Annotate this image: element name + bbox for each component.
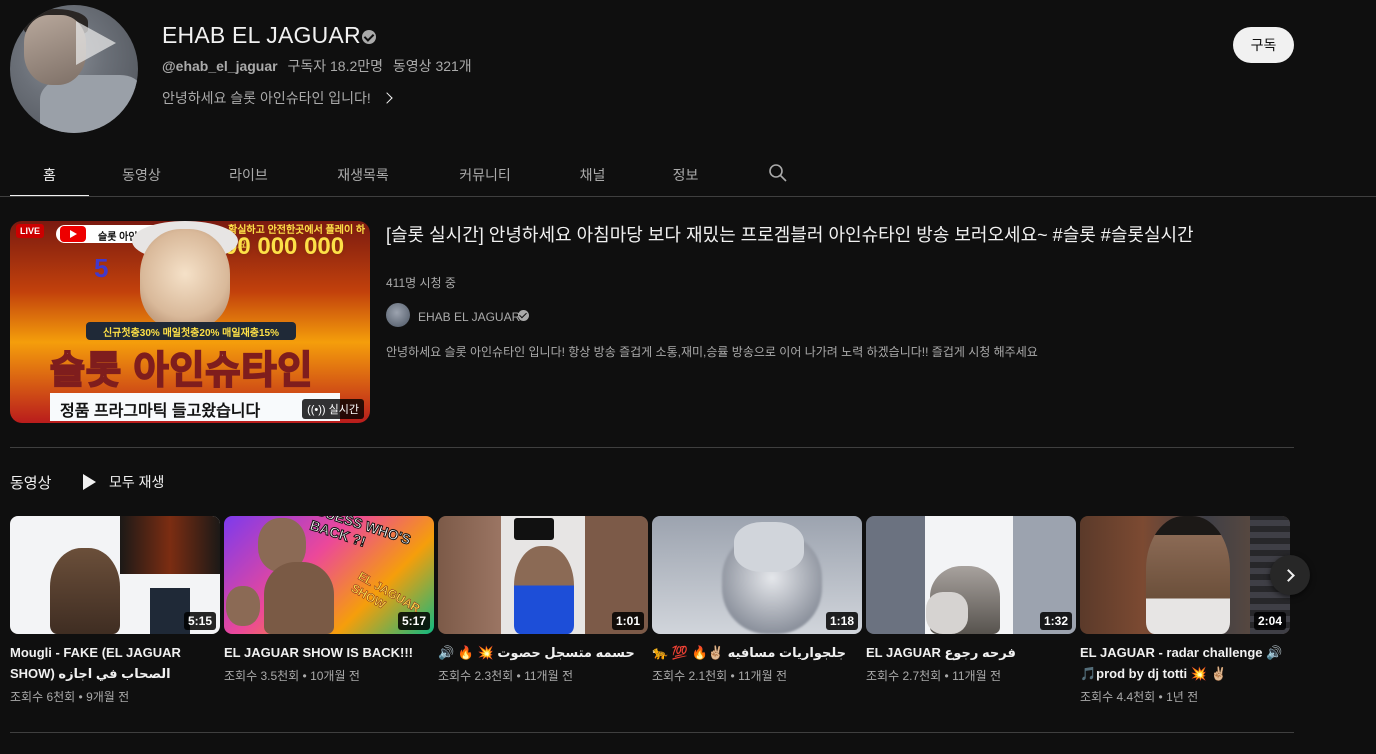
thumb-mask-face xyxy=(140,229,230,329)
video-title[interactable]: Mougli - FAKE (EL JAGUAR SHOW) الصحاب في… xyxy=(10,642,220,684)
featured-channel-name[interactable]: EHAB EL JAGUAR xyxy=(418,310,520,324)
video-meta: 조회수 2.7천회 • 11개월 전 xyxy=(866,669,1001,683)
thumb-phone xyxy=(514,518,554,540)
video-card[interactable]: 2:04 EL JAGUAR - radar challenge 🔊 🎵prod… xyxy=(1080,516,1290,705)
chevron-right-icon xyxy=(381,92,393,104)
tabs-divider xyxy=(0,196,1376,197)
video-card[interactable]: 1:01 حسمه متسجل حصوت 💥 🔥 🔊 조회수 2.3천회 • 1… xyxy=(438,516,648,684)
subscriber-count: 구독자 18.2만명 xyxy=(287,58,384,74)
tab-about[interactable]: 정보 xyxy=(638,152,733,197)
featured-title[interactable]: [슬롯 실시간] 안녕하세요 아침마당 보다 재밌는 프로겜블러 아인슈타인 방… xyxy=(386,222,1242,248)
section-divider xyxy=(10,732,1294,733)
thumb-guess-text: GUESS WHO'S BACK ?! xyxy=(308,516,414,550)
video-duration: 1:18 xyxy=(825,612,858,630)
video-card[interactable]: 1:18 جلجواريات مسافيه ✌🏼🔥 💯 🐆 조회수 2.1천회 … xyxy=(652,516,862,684)
play-all-button[interactable]: 모두 재생 xyxy=(80,472,164,492)
video-count: 동영상 321개 xyxy=(392,58,472,74)
tab-playlists[interactable]: 재생목록 xyxy=(303,152,423,197)
video-meta: 조회수 2.3천회 • 11개월 전 xyxy=(438,669,573,683)
section-title[interactable]: 동영상 xyxy=(10,472,51,493)
thumb-person xyxy=(226,586,260,626)
avatar-play-icon xyxy=(76,21,116,65)
featured-viewers: 411명 시청 중 xyxy=(386,276,456,290)
thumb-poster xyxy=(120,516,220,574)
thumb-promo-banner: 신규첫충30% 매일첫충20% 매일재충15% xyxy=(86,322,296,340)
video-duration: 5:15 xyxy=(183,612,216,630)
channel-title: EHAB EL JAGUAR xyxy=(162,22,361,48)
play-icon xyxy=(83,474,96,490)
thumb-sub-strip: 정품 프라그마틱 들고왔습니다 xyxy=(50,393,340,421)
channel-description[interactable]: 안녕하세요 슬롯 아인슈타인 입니다! xyxy=(162,88,393,108)
tab-channels[interactable]: 채널 xyxy=(547,152,638,197)
video-thumbnail[interactable]: 1:18 xyxy=(652,516,862,634)
video-thumbnail[interactable]: GUESS WHO'S BACK ?! EL JAGUAR SHOW 5:17 xyxy=(224,516,434,634)
thumb-person xyxy=(1146,516,1230,634)
thumb-person xyxy=(514,546,574,634)
tab-videos[interactable]: 동영상 xyxy=(89,152,194,197)
subscribe-button[interactable]: 구독 xyxy=(1233,27,1294,63)
featured-thumbnail[interactable]: LIVE 슬롯 아인슈타인 확실하고 안전한곳에서 플레이 하세요 00 000… xyxy=(10,221,370,423)
thumb-big-number: 00 000 000 xyxy=(224,233,345,260)
thumb-person xyxy=(50,548,120,634)
thumb-hand xyxy=(734,522,804,572)
thumb-number-5: 5 xyxy=(94,253,109,283)
video-title[interactable]: حسمه متسجل حصوت 💥 🔥 🔊 xyxy=(438,642,648,663)
video-meta: 조회수 3.5천회 • 10개월 전 xyxy=(224,669,360,683)
chevron-right-icon xyxy=(1281,568,1295,582)
video-meta: 조회수 4.4천회 • 1년 전 xyxy=(1080,690,1199,704)
channel-handle: @ehab_el_jaguar xyxy=(162,58,278,74)
video-thumbnail[interactable]: 2:04 xyxy=(1080,516,1290,634)
search-icon[interactable] xyxy=(768,163,788,183)
video-card[interactable]: 5:15 Mougli - FAKE (EL JAGUAR SHOW) الصح… xyxy=(10,516,220,705)
featured-description: 안녕하세요 슬롯 아인슈타인 입니다! 항상 방송 즐겁게 소통,재미,승률 방… xyxy=(386,345,1038,359)
thumb-hand xyxy=(926,592,968,634)
video-duration: 1:32 xyxy=(1039,612,1072,630)
video-card[interactable]: 1:32 فرحه رجوع EL JAGUAR 조회수 2.7천회 • 11개… xyxy=(866,516,1076,684)
video-meta: 조회수 2.1천회 • 11개월 전 xyxy=(652,669,787,683)
verified-check-icon xyxy=(362,30,376,44)
verified-check-icon xyxy=(518,310,529,321)
channel-description-text: 안녕하세요 슬롯 아인슈타인 입니다! xyxy=(162,90,371,106)
channel-avatar[interactable] xyxy=(10,5,138,133)
video-title[interactable]: جلجواريات مسافيه ✌🏼🔥 💯 🐆 xyxy=(652,642,862,663)
video-duration: 1:01 xyxy=(611,612,644,630)
channel-tabs: 홈 동영상 라이브 재생목록 커뮤니티 채널 정보 xyxy=(10,152,733,197)
video-title[interactable]: فرحه رجوع EL JAGUAR xyxy=(866,642,1076,663)
video-thumbnail[interactable]: 1:01 xyxy=(438,516,648,634)
video-thumbnail[interactable]: 5:15 xyxy=(10,516,220,634)
play-all-label: 모두 재생 xyxy=(109,474,165,490)
live-badge: ((•)) 실시간 xyxy=(302,399,364,419)
section-divider xyxy=(10,447,1294,448)
video-thumbnail[interactable]: 1:32 xyxy=(866,516,1076,634)
video-title[interactable]: EL JAGUAR SHOW IS BACK!!! xyxy=(224,642,434,663)
thumb-person xyxy=(264,562,334,634)
tab-home[interactable]: 홈 xyxy=(10,152,89,197)
shelf-next-button[interactable] xyxy=(1270,555,1310,595)
tab-live[interactable]: 라이브 xyxy=(194,152,303,197)
tab-community[interactable]: 커뮤니티 xyxy=(423,152,547,197)
channel-meta: @ehab_el_jaguar 구독자 18.2만명 동영상 321개 xyxy=(162,56,478,76)
video-meta: 조회수 6천회 • 9개월 전 xyxy=(10,690,130,704)
thumb-headline: 슬롯 아인슈타인 xyxy=(49,349,314,393)
youtube-logo-icon xyxy=(60,226,86,242)
featured-channel-avatar[interactable] xyxy=(386,303,410,327)
video-duration: 2:04 xyxy=(1253,612,1286,630)
video-title[interactable]: EL JAGUAR - radar challenge 🔊 🎵prod by d… xyxy=(1080,642,1290,684)
video-duration: 5:17 xyxy=(397,612,430,630)
video-card[interactable]: GUESS WHO'S BACK ?! EL JAGUAR SHOW 5:17 … xyxy=(224,516,434,684)
live-chip: LIVE xyxy=(16,224,45,238)
